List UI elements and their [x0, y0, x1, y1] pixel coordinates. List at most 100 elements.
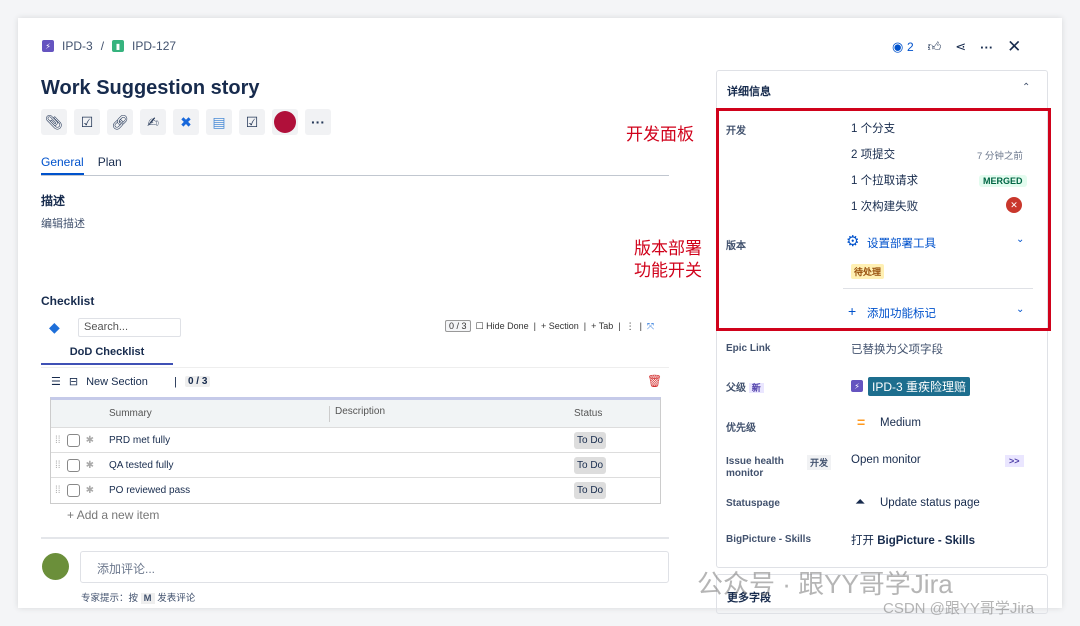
tip-suffix: 发表评论 [157, 593, 196, 604]
checklist-heading: Checklist [41, 294, 95, 308]
item-checkbox[interactable] [66, 458, 80, 472]
link-icon[interactable]: 🔗︎ [107, 109, 133, 135]
section-name[interactable]: New Section [86, 376, 166, 388]
more-icon[interactable]: ··· [980, 40, 993, 55]
annotation-dev-panel: 开发面板 [626, 125, 694, 144]
close-icon[interactable]: ✕ [1007, 37, 1021, 57]
monitor-expand-button[interactable]: >> [1005, 455, 1024, 467]
watch-button[interactable]: ◉ 2 [892, 39, 914, 55]
epic-icon: ⚡ [851, 380, 863, 392]
checklist-table: Summary Description Status ⁞⁞ ✱ PRD met f… [50, 397, 661, 504]
document-icon[interactable]: ▤ [206, 109, 232, 135]
details-heading[interactable]: 详细信息 [727, 83, 771, 99]
trash-icon[interactable]: 🗑︎ [647, 374, 662, 388]
item-summary[interactable]: QA tested fully [109, 460, 329, 471]
checklist-box-icon: ◆ [49, 319, 60, 335]
kebab-icon[interactable]: ⋮ [626, 321, 635, 332]
item-status[interactable]: To Do [574, 482, 607, 499]
tip-prefix: 专家提示：按 [81, 593, 139, 604]
column-description: Description [329, 405, 574, 422]
open-monitor-link[interactable]: Open monitor [851, 454, 921, 466]
collapse-icon[interactable]: ⊟ [69, 375, 78, 388]
add-item-label: Add a new item [76, 508, 160, 522]
chevron-up-icon[interactable]: ⌃ [1022, 82, 1030, 93]
avatar[interactable] [42, 553, 69, 580]
update-status-link[interactable]: Update status page [880, 497, 980, 509]
item-status[interactable]: To Do [574, 431, 607, 449]
hide-done-toggle[interactable]: ☐ Hide Done [476, 321, 529, 332]
watermark-wechat: 公众号 · 跟YY哥学Jira [697, 569, 953, 599]
confluence-icon[interactable]: ✖ [173, 109, 199, 135]
drag-menu-icon[interactable]: ☰ [51, 375, 61, 388]
sign-icon[interactable]: ✍︎ [140, 109, 166, 135]
comment-tip: 专家提示：按 M 发表评论 [81, 590, 195, 604]
story-icon: ▮ [112, 40, 125, 52]
checkbox-icon[interactable]: ☑ [239, 109, 265, 135]
priority-label: 优先级 [726, 423, 756, 434]
watermark-csdn: CSDN @跟YY哥学Jira [883, 600, 1035, 617]
hide-done-label: Hide Done [486, 320, 529, 331]
asterisk-icon: ✱ [85, 459, 94, 471]
item-checkbox[interactable] [66, 484, 80, 497]
table-header: Summary Description Status [51, 400, 660, 428]
add-item-button[interactable]: + Add a new item [67, 508, 159, 522]
subtask-icon[interactable]: ☑ [74, 109, 100, 135]
tab-dod-checklist[interactable]: DoD Checklist [41, 346, 173, 365]
table-row: ⁞⁞ ✱ PO reviewed pass To Do [51, 478, 660, 503]
share-icon[interactable]: ⋖ [955, 39, 966, 55]
drag-handle-icon[interactable]: ⁞⁞ [55, 435, 61, 446]
tip-key: M [140, 593, 155, 604]
watch-count: 2 [906, 40, 914, 54]
health-label: Issue health monitor [726, 456, 784, 479]
statuspage-label: Statuspage [726, 498, 780, 509]
separator: | [174, 375, 177, 388]
statuspage-icon: ⏶ [855, 494, 866, 509]
eye-icon: ◉ [892, 39, 904, 54]
add-tab-button[interactable]: + Tab [591, 321, 613, 331]
attachment-icon[interactable]: 📎︎ [41, 109, 67, 135]
breadcrumb-current[interactable]: IPD-127 [132, 39, 176, 53]
red-app-icon[interactable] [272, 109, 298, 135]
issue-title[interactable]: Work Suggestion story [41, 77, 260, 100]
checklist-search-input[interactable]: Search... [78, 318, 181, 337]
epic-icon: ⚡ [42, 40, 54, 52]
checklist-toolbar: 0 / 3 ☐ Hide Done | + Section | + Tab | ⋮ | … [445, 320, 654, 332]
new-badge: 新 [748, 383, 764, 393]
priority-medium-icon: = [857, 414, 866, 430]
breadcrumb-separator: / [100, 39, 105, 53]
section-header: ☰ ⊟ New Section | 0 / 3 [51, 375, 211, 388]
bigpicture-name: BigPicture - Skills [877, 535, 975, 547]
tab-general[interactable]: General [41, 155, 84, 175]
bigpicture-label: BigPicture - Skills [726, 534, 812, 545]
column-summary: Summary [109, 408, 152, 419]
tab-label: Tab [598, 321, 614, 331]
add-section-button[interactable]: + Section [541, 321, 579, 331]
annotation-highlight-box [716, 108, 1051, 331]
column-status: Status [574, 408, 603, 419]
item-status[interactable]: To Do [574, 456, 607, 474]
description-field[interactable]: 编辑描述 [41, 215, 85, 231]
more-icon[interactable]: ··· [305, 109, 331, 135]
epic-link-value: 已替换为父项字段 [851, 344, 943, 356]
description-heading: 描述 [41, 194, 66, 208]
parent-label-text: 父级 [726, 383, 746, 394]
expand-icon[interactable]: ⤧ [647, 321, 654, 332]
tab-plan[interactable]: Plan [98, 155, 122, 175]
drag-handle-icon[interactable]: ⁞⁞ [55, 460, 61, 471]
parent-issue-link[interactable]: IPD-3 重疾险理赔 [868, 377, 971, 396]
asterisk-icon: ✱ [85, 485, 94, 496]
breadcrumb: ⚡ IPD-3 / ▮ IPD-127 [42, 39, 176, 53]
item-summary[interactable]: PO reviewed pass [109, 485, 329, 496]
bigpicture-prefix: 打开 [851, 535, 874, 547]
item-checkbox[interactable] [66, 433, 80, 447]
like-icon[interactable]: 👍︎ [928, 39, 942, 55]
asterisk-icon: ✱ [85, 434, 94, 446]
epic-link-label: Epic Link [726, 343, 771, 354]
section-label: Section [548, 321, 579, 331]
drag-handle-icon[interactable]: ⁞⁞ [55, 485, 61, 496]
breadcrumb-parent[interactable]: IPD-3 [62, 39, 93, 53]
comment-input[interactable]: 添加评论... [80, 551, 669, 583]
item-summary[interactable]: PRD met fully [109, 435, 329, 446]
priority-value[interactable]: Medium [880, 417, 921, 429]
bigpicture-link[interactable]: 打开 BigPicture - Skills [851, 532, 975, 548]
